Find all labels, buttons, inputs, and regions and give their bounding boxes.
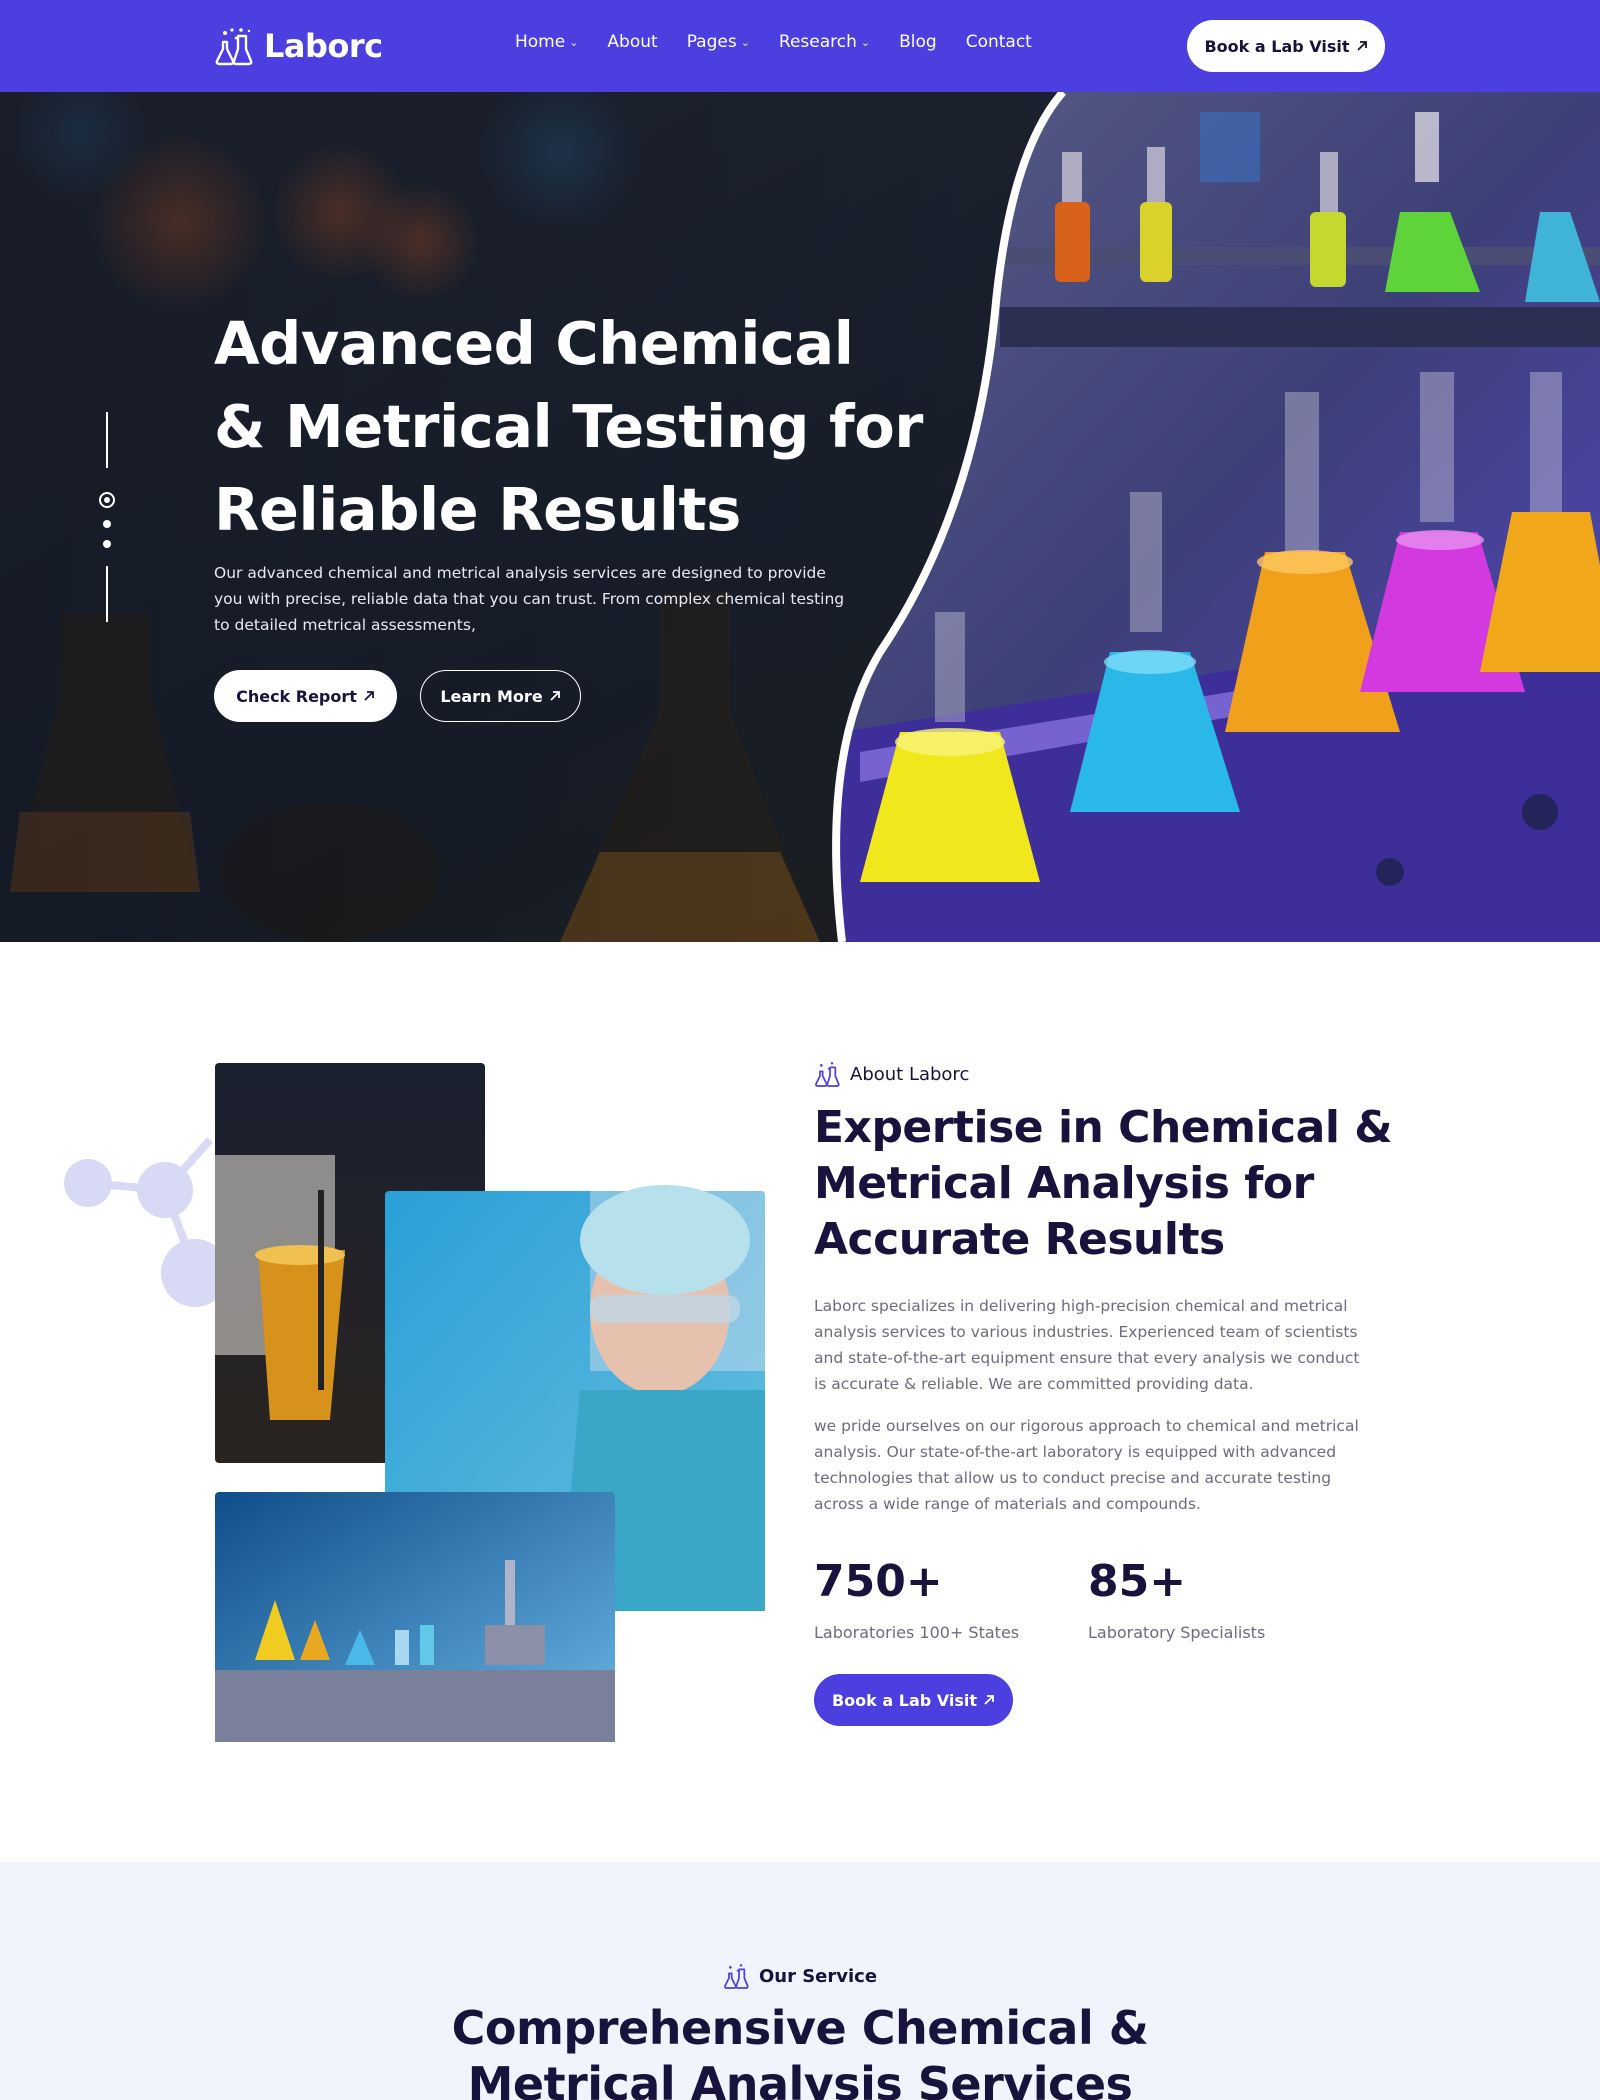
hero-title-line: Reliable Results <box>214 475 741 544</box>
menu-item-pages[interactable]: Pages ⌄ <box>687 32 750 52</box>
about-title-line: Expertise in Chemical & <box>814 1102 1393 1153</box>
about-title-line: Metrical Analysis for <box>814 1158 1314 1209</box>
hero-description-line: Our advanced chemical and metrical analy… <box>214 564 826 582</box>
hero-description: Our advanced chemical and metrical analy… <box>214 560 874 638</box>
about-paragraph-line: and state-of-the-art equipment ensure th… <box>814 1349 1360 1367</box>
stat-label: Laboratory Specialists <box>1088 1623 1266 1642</box>
stat-label: Laboratories 100+ States <box>814 1623 1020 1642</box>
menu-item-home[interactable]: Home ⌄ <box>515 32 578 52</box>
brand-logo[interactable]: Laborc <box>214 24 383 68</box>
menu-item-about[interactable]: About <box>607 32 657 52</box>
services-title: Comprehensive Chemical & Metrical Analys… <box>0 2000 1600 2100</box>
button-label: Book a Lab Visit <box>831 1690 977 1710</box>
menu-item-research[interactable]: Research ⌄ <box>779 32 870 52</box>
book-lab-visit-button[interactable]: Book a Lab Visit <box>1187 20 1385 72</box>
menu-item-label: About <box>607 32 658 52</box>
flask-logo-icon <box>215 28 253 66</box>
about-tag-label: About Laborc <box>850 1063 970 1085</box>
about-paragraph-line: technologies that allow us to conduct pr… <box>814 1469 1332 1487</box>
stat-value: 750+ <box>814 1556 943 1607</box>
menu-item-label: Contact <box>965 32 1032 52</box>
arrow-up-right-icon <box>984 1695 994 1705</box>
menu-item-contact[interactable]: Contact <box>966 32 1032 52</box>
button-label: Book a Lab Visit <box>1204 36 1350 56</box>
hero-title: Advanced Chemical & Metrical Testing for… <box>214 302 923 551</box>
menu-item-blog[interactable]: Blog <box>899 32 937 52</box>
hero-description-line: to detailed metrical assessments, <box>214 616 476 634</box>
menu-item-label: Pages <box>686 32 737 52</box>
flask-icon <box>723 1964 749 1989</box>
learn-more-button[interactable]: Learn More <box>420 670 581 722</box>
main-menu: Home ⌄ About Pages ⌄ Research ⌄ Blog Contac… <box>515 32 1032 52</box>
about-paragraph-line: across a wide range of materials and com… <box>814 1495 1201 1513</box>
about-paragraph-line: is accurate & reliable. We are committed… <box>814 1375 1254 1393</box>
slider-divider <box>106 412 108 468</box>
arrow-up-right-icon <box>550 691 560 701</box>
menu-item-label: Blog <box>899 32 937 52</box>
services-tag: Our Service <box>0 1962 1600 1990</box>
about-paragraph-line: we pride ourselves on our rigorous appro… <box>814 1417 1359 1435</box>
about-paragraph-1: Laborc specializes in delivering high-pr… <box>814 1293 1394 1397</box>
hero-title-line: Advanced Chemical <box>214 309 854 378</box>
button-label: Learn More <box>440 686 543 706</box>
chevron-down-icon: ⌄ <box>569 35 579 49</box>
about-paragraph-line: analysis. Our state-of-the-art laborator… <box>814 1443 1337 1461</box>
slider-divider <box>106 566 108 622</box>
flask-icon <box>815 1062 840 1087</box>
button-label: Check Report <box>236 686 357 706</box>
book-lab-visit-button[interactable]: Book a Lab Visit <box>814 1674 1013 1726</box>
chevron-down-icon: ⌄ <box>740 35 750 49</box>
hero-title-line: & Metrical Testing for <box>214 392 923 461</box>
menu-item-label: Research <box>778 32 857 52</box>
arrow-up-right-icon <box>1356 41 1367 51</box>
slider-dot[interactable] <box>103 540 111 548</box>
menu-item-label: Home <box>515 32 566 52</box>
chevron-down-icon: ⌄ <box>860 35 871 49</box>
molecule-icon <box>64 1137 229 1307</box>
services-section: Our Service Comprehensive Chemical & Met… <box>0 1862 1600 2100</box>
brand-name: Laborc <box>264 27 383 65</box>
about-title: Expertise in Chemical & Metrical Analysi… <box>814 1100 1414 1268</box>
about-title-line: Accurate Results <box>814 1214 1225 1265</box>
about-paragraph-line: Laborc specializes in delivering high-pr… <box>814 1297 1348 1315</box>
services-title-line: Comprehensive Chemical & <box>451 2001 1149 2055</box>
check-report-button[interactable]: Check Report <box>214 670 397 722</box>
about-paragraph-line: analysis services to various industries.… <box>814 1323 1358 1341</box>
services-tag-label: Our Service <box>758 1965 878 1987</box>
arrow-up-right-icon <box>364 691 374 701</box>
slider-dot-active[interactable] <box>99 492 115 508</box>
hero-section: Advanced Chemical & Metrical Testing for… <box>0 92 1600 942</box>
slider-dot[interactable] <box>103 520 111 528</box>
top-navbar: Laborc Home ⌄ About Pages ⌄ Research ⌄ Blog… <box>0 0 1600 92</box>
stat-value: 85+ <box>1088 1556 1187 1607</box>
services-title-line: Metrical Analysis Services <box>467 2057 1133 2100</box>
about-paragraph-2: we pride ourselves on our rigorous appro… <box>814 1413 1394 1517</box>
about-image-collage <box>64 1063 765 1742</box>
about-tag: About Laborc <box>814 1060 969 1088</box>
hero-description-line: you with precise, reliable data that you… <box>214 590 845 608</box>
